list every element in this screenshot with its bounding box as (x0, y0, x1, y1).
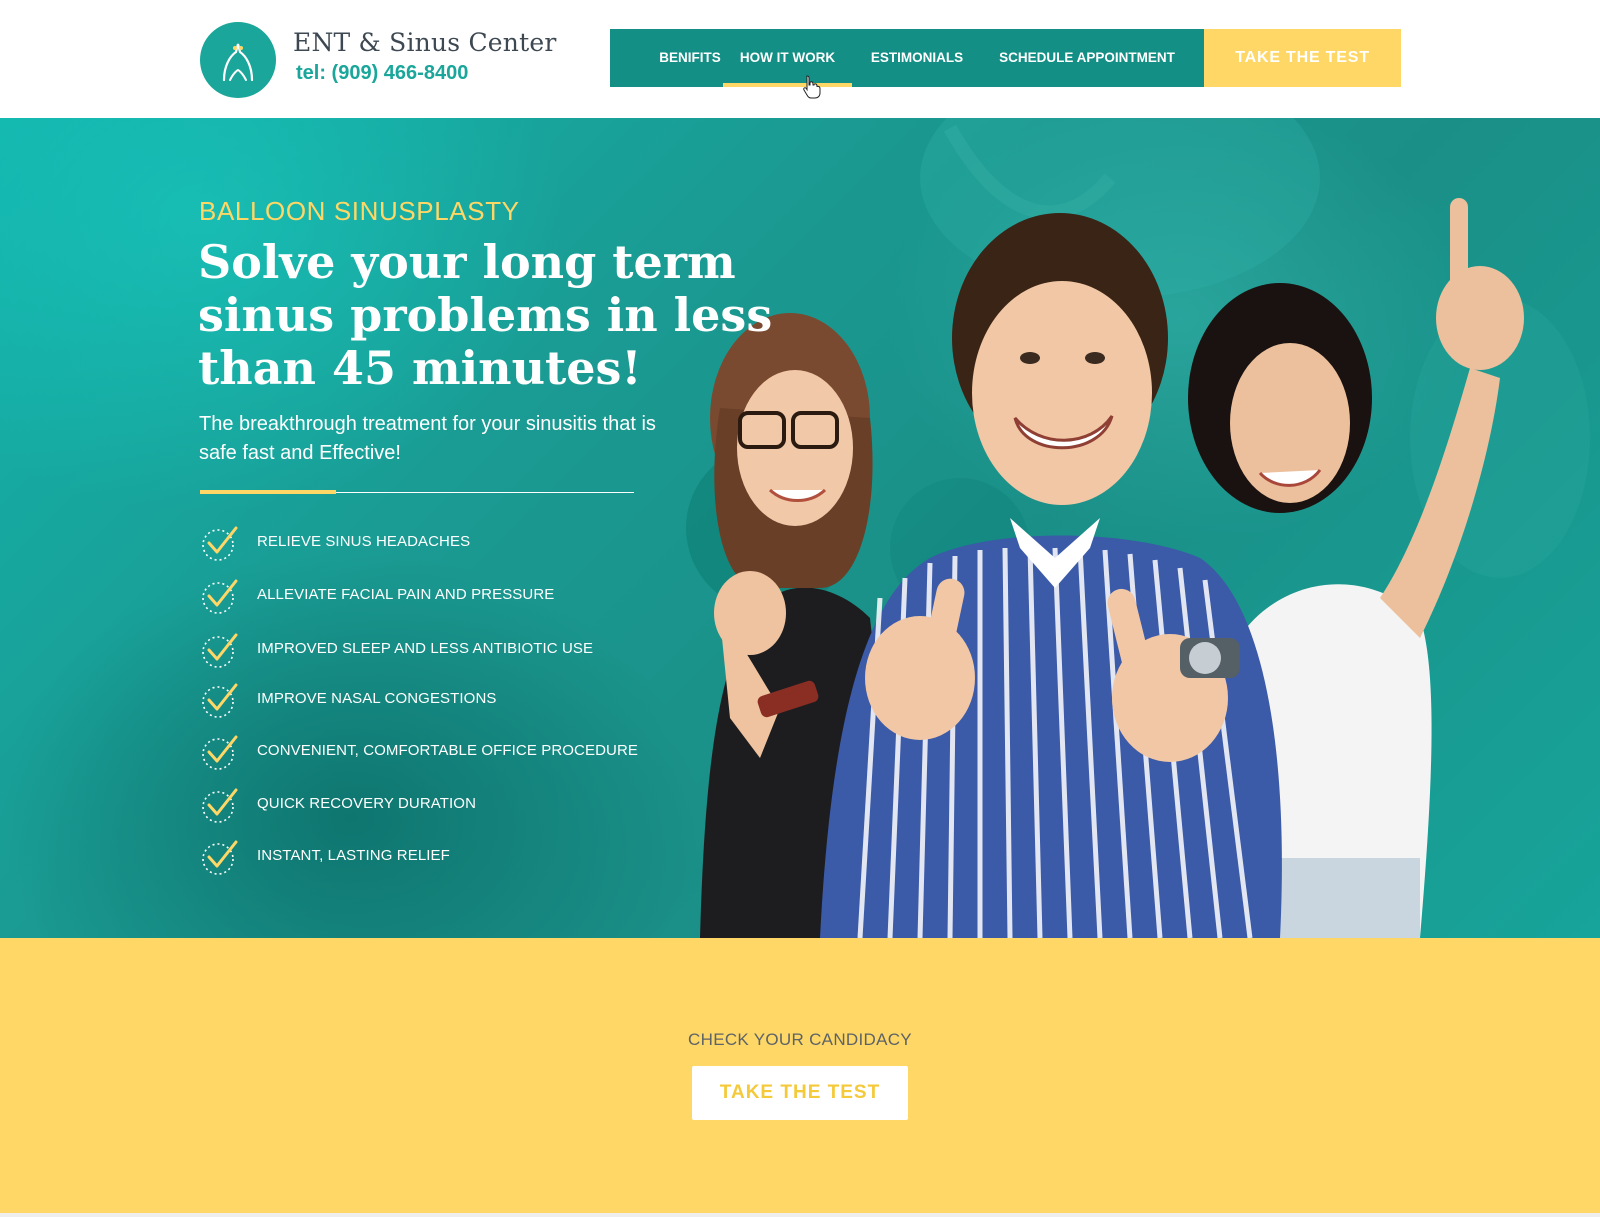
site-header: ENT & Sinus Center tel: (909) 466-8400 B… (0, 0, 1600, 118)
nav-item-schedule-appointment[interactable]: SCHEDULE APPOINTMENT (992, 29, 1182, 87)
benefit-item: RELIEVE SINUS HEADACHES (200, 523, 660, 563)
benefit-label: INSTANT, LASTING RELIEF (257, 847, 450, 864)
hero-headline: Solve your long term sinus problems in l… (198, 235, 773, 395)
check-circle-icon (202, 633, 238, 668)
check-circle-icon (202, 683, 238, 718)
nav-item-estimonials[interactable]: ESTIMONIALS (862, 29, 972, 87)
benefit-item: ALLEVIATE FACIAL PAIN AND PRESSURE (200, 576, 660, 616)
benefit-label: ALLEVIATE FACIAL PAIN AND PRESSURE (257, 586, 555, 603)
check-circle-icon (202, 735, 238, 770)
footer-divider (0, 1213, 1600, 1217)
benefit-item: IMPROVED SLEEP AND LESS ANTIBIOTIC USE (200, 630, 660, 670)
check-circle-icon (202, 526, 238, 561)
take-the-test-nav-button[interactable]: TAKE THE TEST (1204, 29, 1401, 87)
benefit-item: IMPROVE NASAL CONGESTIONS (200, 680, 660, 720)
candidacy-label: CHECK YOUR CANDIDACY (688, 1030, 912, 1049)
benefit-label: IMPROVED SLEEP AND LESS ANTIBIOTIC USE (257, 640, 594, 657)
benefit-item: QUICK RECOVERY DURATION (200, 785, 660, 825)
hero-eyebrow: BALLOON SINUSPLASTY (199, 196, 520, 226)
hero-divider-accent (200, 490, 336, 494)
hand-cursor-icon (803, 75, 821, 99)
hero-section: BALLOON SINUSPLASTY Solve your long term… (0, 118, 1600, 938)
brand-name[interactable]: ENT & Sinus Center (293, 28, 556, 57)
benefit-item: INSTANT, LASTING RELIEF (200, 837, 660, 877)
logo[interactable] (200, 22, 276, 98)
benefit-label: IMPROVE NASAL CONGESTIONS (257, 690, 497, 707)
phone-number[interactable]: tel: (909) 466-8400 (296, 62, 468, 85)
benefit-item: CONVENIENT, COMFORTABLE OFFICE PROCEDURE (200, 732, 660, 772)
check-circle-icon (202, 579, 238, 614)
main-nav: BENIFITS HOW IT WORK ESTIMONIALS SCHEDUL… (610, 29, 1204, 87)
nose-outline-icon (222, 43, 254, 82)
hero-subtext: The breakthrough treatment for your sinu… (199, 413, 656, 464)
candidacy-section: CHECK YOUR CANDIDACY TAKE THE TEST (0, 938, 1600, 1217)
take-the-test-button[interactable]: TAKE THE TEST (692, 1066, 908, 1120)
benefit-label: QUICK RECOVERY DURATION (257, 795, 477, 812)
check-circle-icon (202, 840, 238, 875)
benefit-label: RELIEVE SINUS HEADACHES (257, 533, 471, 550)
nav-item-how-it-work[interactable]: HOW IT WORK (723, 29, 852, 87)
benefit-label: CONVENIENT, COMFORTABLE OFFICE PROCEDURE (257, 742, 638, 759)
check-circle-icon (202, 788, 238, 823)
